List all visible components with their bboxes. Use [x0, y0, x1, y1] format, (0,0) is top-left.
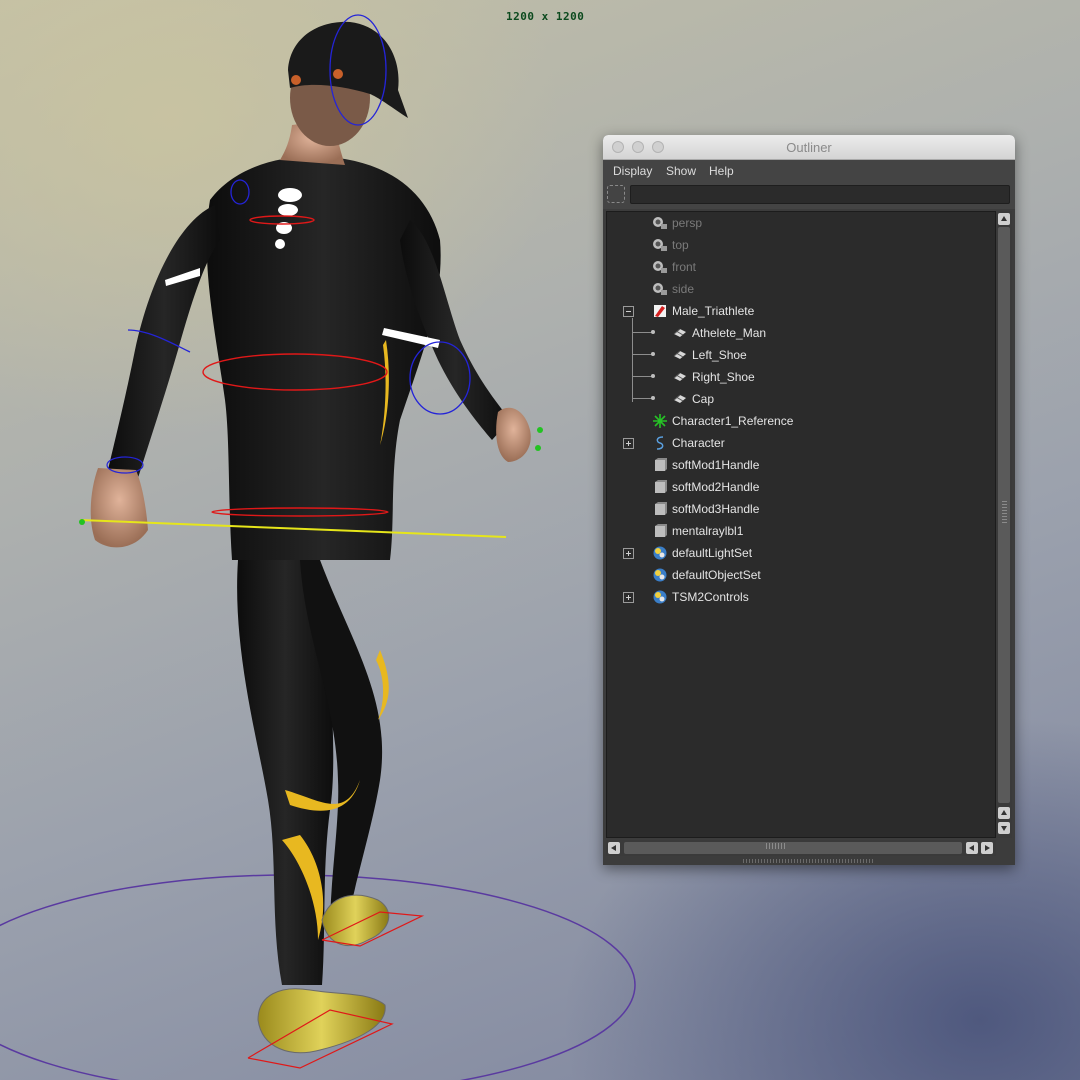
mesh-icon [673, 350, 686, 359]
group-icon [654, 305, 666, 317]
search-input[interactable] [630, 185, 1010, 204]
camera-icon [653, 239, 667, 251]
joint-icon [653, 414, 667, 428]
set-icon [653, 546, 667, 560]
left-shoe [257, 988, 386, 1054]
outliner-item-label: softMod1Handle [672, 458, 760, 472]
outliner-item[interactable]: Cap [607, 388, 995, 410]
mesh-icon [673, 328, 686, 337]
finger-control [537, 427, 543, 433]
vertical-scroll-grip[interactable] [1002, 501, 1007, 523]
outliner-item-label: Athelete_Man [692, 326, 767, 340]
scroll-up-button[interactable] [998, 213, 1010, 225]
horizontal-scroll-track[interactable] [624, 842, 962, 854]
outliner-item[interactable]: defaultObjectSet [607, 564, 995, 586]
torso [206, 156, 441, 561]
scroll-left-button[interactable] [608, 842, 620, 854]
outliner-item-label: softMod3Handle [672, 502, 760, 516]
vertical-scrollbar[interactable] [996, 211, 1012, 838]
menu-display[interactable]: Display [613, 164, 652, 178]
outliner-item[interactable]: TSM2Controls [607, 586, 995, 608]
outliner-item[interactable]: Male_Triathlete [607, 300, 995, 322]
outliner-item[interactable]: Left_Shoe [607, 344, 995, 366]
outliner-item-label: Left_Shoe [692, 348, 747, 362]
outliner-titlebar[interactable]: Outliner [603, 135, 1015, 160]
outliner-item-label: mentalraylbl1 [672, 524, 744, 538]
menu-bar: Display Show Help [603, 160, 1015, 182]
handle-icon [655, 502, 667, 515]
scroll-down-button[interactable] [998, 822, 1010, 834]
left-hand [90, 468, 148, 548]
outliner-item[interactable]: front [607, 256, 995, 278]
outliner-list[interactable]: persp top front side Male_Triathlete Ath… [606, 211, 996, 838]
horizontal-scrollbar[interactable] [606, 840, 996, 856]
outliner-item[interactable]: softMod2Handle [607, 476, 995, 498]
outliner-item[interactable]: Character1_Reference [607, 410, 995, 432]
outliner-item-label: Male_Triathlete [672, 304, 755, 318]
menu-show[interactable]: Show [666, 164, 696, 178]
outliner-item-label: front [672, 260, 697, 274]
handle-icon [655, 480, 667, 493]
camera-icon [653, 217, 667, 229]
outliner-item-label: defaultLightSet [672, 546, 753, 560]
outliner-window[interactable]: Outliner Display Show Help persp top fro… [603, 135, 1015, 865]
handle-icon [655, 458, 667, 471]
filter-bar [603, 182, 1015, 209]
scroll-left-button-right[interactable] [966, 842, 978, 854]
scroll-up-button-lower[interactable] [998, 807, 1010, 819]
window-title: Outliner [786, 140, 832, 155]
outliner-item-label: persp [672, 216, 703, 230]
curve-icon [656, 436, 664, 450]
outliner-item[interactable]: top [607, 234, 995, 256]
mesh-icon [673, 394, 686, 403]
outliner-item[interactable]: defaultLightSet [607, 542, 995, 564]
resize-grip[interactable] [743, 859, 873, 863]
set-icon [653, 568, 667, 582]
mesh-icon [673, 372, 686, 381]
outliner-item[interactable]: Right_Shoe [607, 366, 995, 388]
outliner-item-label: softMod2Handle [672, 480, 760, 494]
expand-toggle[interactable] [623, 438, 634, 449]
horizontal-scroll-grip[interactable] [766, 843, 786, 849]
outliner-item-label: Character1_Reference [672, 414, 794, 428]
outliner-item-label: Character [672, 436, 725, 450]
collapse-toggle[interactable] [623, 306, 634, 317]
outliner-item-label: TSM2Controls [672, 590, 749, 604]
camera-icon [653, 261, 667, 273]
finger-control [79, 519, 85, 525]
scroll-right-button[interactable] [981, 842, 993, 854]
expand-toggle[interactable] [623, 548, 634, 559]
outliner-item[interactable]: mentalraylbl1 [607, 520, 995, 542]
outliner-item[interactable]: softMod1Handle [607, 454, 995, 476]
camera-icon [653, 283, 667, 295]
left-arm [108, 205, 220, 478]
outliner-item-label: side [672, 282, 695, 296]
outliner-item-label: top [672, 238, 689, 252]
right-hand [496, 407, 531, 462]
cap-logo-left [291, 75, 301, 85]
outliner-item[interactable]: Character [607, 432, 995, 454]
expand-toggle[interactable] [623, 592, 634, 603]
filter-selection-icon[interactable] [607, 185, 625, 203]
handle-icon [655, 524, 667, 537]
set-icon [653, 590, 667, 604]
finger-control [535, 445, 541, 451]
outliner-item[interactable]: Athelete_Man [607, 322, 995, 344]
outliner-item[interactable]: persp [607, 212, 995, 234]
outliner-item[interactable]: side [607, 278, 995, 300]
menu-help[interactable]: Help [709, 164, 734, 178]
outliner-item[interactable]: softMod3Handle [607, 498, 995, 520]
leg-stripe-side [376, 650, 389, 720]
outliner-item-label: Right_Shoe [692, 370, 755, 384]
outliner-item-label: defaultObjectSet [672, 568, 761, 582]
cap-logo-right [333, 69, 343, 79]
outliner-item-label: Cap [692, 392, 715, 406]
